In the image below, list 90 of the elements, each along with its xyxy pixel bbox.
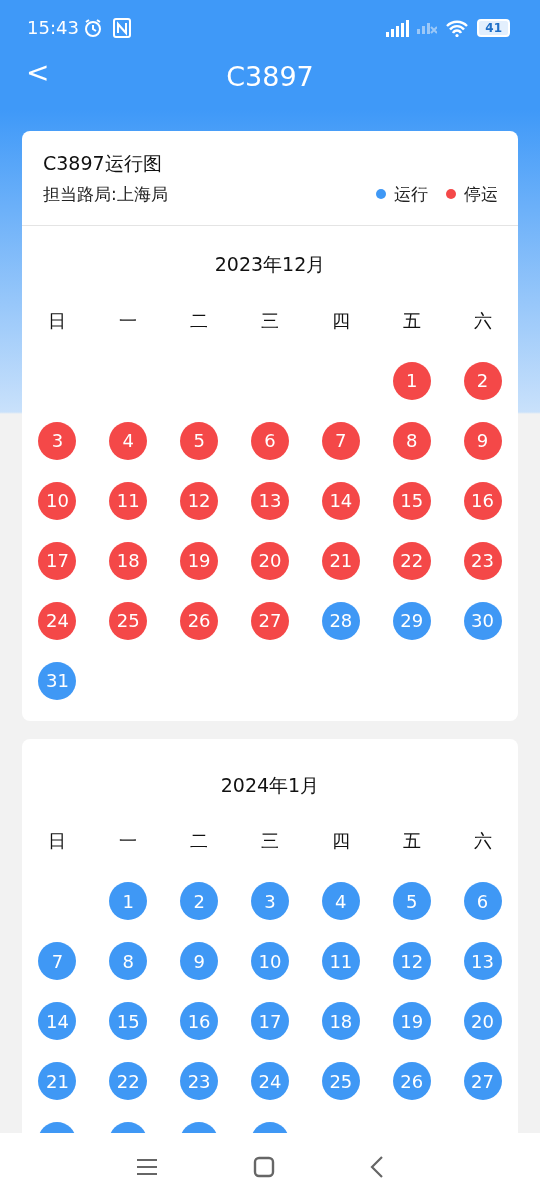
calendar-day: 28 xyxy=(321,601,360,640)
back-button[interactable]: < xyxy=(22,59,54,87)
weekday-label: 四 xyxy=(330,829,351,853)
weekday-label: 五 xyxy=(401,308,422,333)
calendar-day: 7 xyxy=(38,942,77,980)
calendar-day: 25 xyxy=(321,1062,360,1100)
weekday-label: 日 xyxy=(47,308,68,333)
calendar-day: 18 xyxy=(109,541,148,580)
weekday-label: 六 xyxy=(472,308,493,333)
calendar-day: 31 xyxy=(38,661,77,700)
month-title: 2024年1月 xyxy=(219,772,321,798)
calendar-day: 1 xyxy=(109,882,148,920)
calendar-day: 6 xyxy=(463,882,502,920)
calendar-day: 5 xyxy=(180,421,219,460)
calendar-day: 11 xyxy=(321,942,360,980)
calendar-day: 22 xyxy=(392,541,431,580)
legend-label: 停运 xyxy=(464,182,498,206)
clock-time: 15:43 xyxy=(27,16,79,40)
calendar-day: 21 xyxy=(321,541,360,580)
weekday-label: 一 xyxy=(118,829,139,853)
wifi-icon xyxy=(445,18,470,37)
calendar-day: 24 xyxy=(38,601,77,640)
calendar-day: 19 xyxy=(180,541,219,580)
chart-title: C3897运行图 xyxy=(43,151,163,176)
calendar-day: 19 xyxy=(392,1002,431,1040)
calendar-day: 13 xyxy=(251,481,289,520)
page-title: C3897 xyxy=(226,60,314,95)
calendar-day: 21 xyxy=(38,1062,77,1100)
calendar-day: 15 xyxy=(109,1002,148,1040)
alarm-icon xyxy=(82,17,103,38)
calendar-day: 3 xyxy=(38,421,77,460)
calendar-day: 25 xyxy=(109,601,148,640)
calendar-day: 5 xyxy=(392,882,431,920)
calendar-day: 16 xyxy=(180,1002,219,1040)
nfc-icon xyxy=(112,17,131,38)
calendar-day: 12 xyxy=(392,942,431,980)
calendar-day: 22 xyxy=(109,1062,148,1100)
calendar-day: 12 xyxy=(180,481,219,520)
weekday-label: 一 xyxy=(118,308,139,333)
calendar-day: 30 xyxy=(463,601,502,640)
calendar-day: 2 xyxy=(463,361,502,400)
calendar-day: 29 xyxy=(392,601,431,640)
calendar-day: 20 xyxy=(463,1002,502,1040)
calendar-day: 3 xyxy=(251,882,289,920)
calendar-day: 2 xyxy=(180,882,219,920)
no-signal-icon xyxy=(417,21,438,34)
calendar-day: 16 xyxy=(463,481,502,520)
month-title: 2023年12月 xyxy=(213,252,327,277)
signal-icon xyxy=(385,18,410,37)
weekday-label: 五 xyxy=(401,829,422,853)
calendar-day: 26 xyxy=(180,601,219,640)
calendar-day: 14 xyxy=(321,481,360,520)
calendar-day: 7 xyxy=(321,421,360,460)
calendar-day: 20 xyxy=(251,541,289,580)
calendar-day: 10 xyxy=(251,942,289,980)
calendar-day: 4 xyxy=(321,882,360,920)
calendar-day: 6 xyxy=(251,421,289,460)
weekday-label: 日 xyxy=(47,829,68,853)
weekday-label: 四 xyxy=(330,308,351,333)
calendar-day: 11 xyxy=(109,481,148,520)
weekday-label: 二 xyxy=(189,829,210,853)
calendar-day: 10 xyxy=(38,481,77,520)
weekday-label: 三 xyxy=(260,829,280,853)
weekday-label: 三 xyxy=(260,308,280,333)
calendar-day: 23 xyxy=(463,541,502,580)
calendar-day: 24 xyxy=(251,1062,289,1100)
calendar-day: 4 xyxy=(109,421,148,460)
calendar-day: 17 xyxy=(251,1002,289,1040)
calendar-day: 15 xyxy=(392,481,431,520)
home-icon xyxy=(253,1155,275,1178)
calendar-day: 1 xyxy=(392,361,431,400)
legend-label: 运行 xyxy=(394,182,428,206)
calendar-day: 27 xyxy=(463,1062,502,1100)
back-icon xyxy=(370,1154,384,1179)
calendar-day: 17 xyxy=(38,541,77,580)
calendar-day: 14 xyxy=(38,1002,77,1040)
calendar-day: 23 xyxy=(180,1062,219,1100)
calendar-day: 26 xyxy=(392,1062,431,1100)
calendar-day: 27 xyxy=(251,601,289,640)
calendar-day: 9 xyxy=(180,942,219,980)
weekday-label: 六 xyxy=(472,829,493,853)
calendar-day: 13 xyxy=(463,942,502,980)
weekday-label: 二 xyxy=(189,308,210,333)
bureau-label: 担当路局:上海局 xyxy=(43,182,168,206)
menu-icon xyxy=(136,1156,158,1177)
calendar-day: 9 xyxy=(463,421,502,460)
calendar-day: 8 xyxy=(109,942,148,980)
calendar-day: 8 xyxy=(392,421,431,460)
calendar-day: 18 xyxy=(321,1002,360,1040)
battery-indicator: 41 xyxy=(477,18,510,37)
